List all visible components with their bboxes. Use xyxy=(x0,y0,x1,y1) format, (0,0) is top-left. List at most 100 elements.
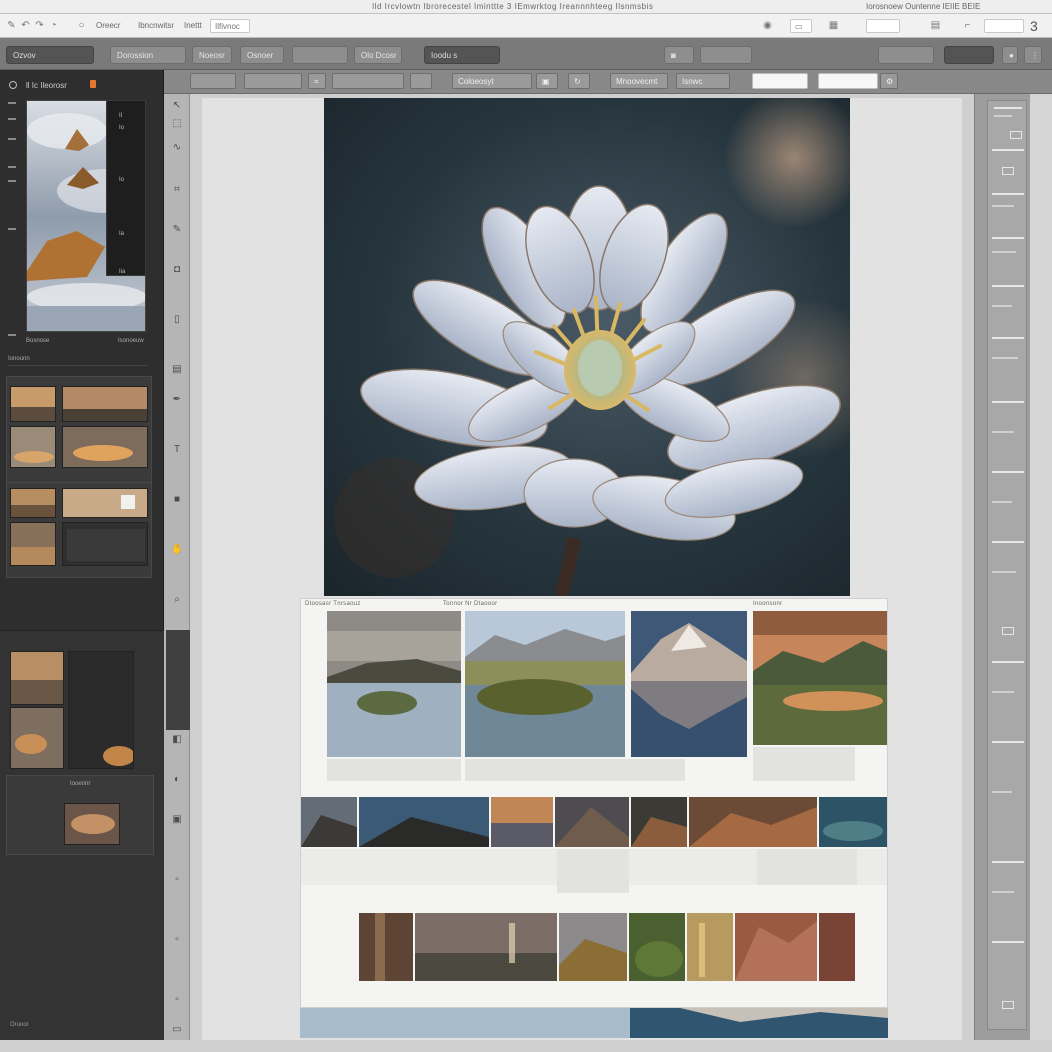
property-row[interactable] xyxy=(992,251,1016,253)
strip-icon[interactable] xyxy=(8,334,16,336)
select-tool-icon[interactable]: ⬚ xyxy=(171,118,183,130)
toolbar-button-6[interactable]: Olo Dcosr xyxy=(354,46,402,64)
property-toggle[interactable] xyxy=(1002,1001,1014,1009)
hero-image[interactable] xyxy=(324,98,850,596)
landscape-photo[interactable] xyxy=(465,611,625,757)
strip-icon[interactable] xyxy=(8,118,16,120)
hand-tool-icon[interactable]: ✋ xyxy=(171,544,183,556)
toolbar-button-7[interactable]: Ioodu s xyxy=(424,46,500,64)
property-row[interactable] xyxy=(992,661,1024,663)
thumbnail[interactable] xyxy=(10,386,56,422)
screen-mode-icon[interactable]: ▣ xyxy=(171,814,183,826)
strip-icon[interactable] xyxy=(8,166,16,168)
thumbnail[interactable] xyxy=(10,707,64,769)
tool-extra-icon[interactable]: ▫ xyxy=(171,874,183,886)
property-toggle[interactable] xyxy=(1010,131,1022,139)
property-row[interactable] xyxy=(992,431,1014,433)
tool-extra-icon[interactable]: ▫ xyxy=(171,934,183,946)
toolbar-button-9[interactable] xyxy=(878,46,934,64)
landscape-photo[interactable] xyxy=(327,611,461,757)
option-4[interactable] xyxy=(410,73,432,89)
option-9[interactable] xyxy=(818,73,878,89)
eraser-tool-icon[interactable]: ▯ xyxy=(171,314,183,326)
option-7[interactable]: Isnwc xyxy=(676,73,730,89)
landscape-photo[interactable] xyxy=(753,611,887,745)
strip-icon[interactable] xyxy=(8,228,16,230)
thumbnail[interactable] xyxy=(64,803,120,845)
tool-extra-icon[interactable]: ▫ xyxy=(171,994,183,1006)
property-row[interactable] xyxy=(992,891,1014,893)
filmstrip-row[interactable] xyxy=(359,913,855,981)
camera-icon[interactable]: ◙ xyxy=(664,46,694,64)
gradient-tool-icon[interactable]: ▤ xyxy=(171,364,183,376)
brush-tool-icon[interactable]: ✎ xyxy=(171,224,183,236)
brush-icon[interactable]: ✎ xyxy=(6,20,17,31)
thumbnail[interactable] xyxy=(62,426,148,468)
option-8[interactable] xyxy=(752,73,808,89)
menu-dots-icon[interactable]: ⋮ xyxy=(1024,46,1042,64)
shape-tool-icon[interactable]: ■ xyxy=(171,494,183,506)
zoom-tool-icon[interactable]: ⌕ xyxy=(171,594,183,606)
toolbar-button-3[interactable]: Noeosr xyxy=(192,46,232,64)
option-3[interactable] xyxy=(332,73,404,89)
property-row[interactable] xyxy=(992,305,1012,307)
property-row[interactable] xyxy=(992,691,1014,693)
grid-icon[interactable]: ▦ xyxy=(828,20,839,31)
workspace-pill[interactable] xyxy=(866,19,900,33)
menu-item-1[interactable]: Oreecr xyxy=(96,21,120,30)
toolbar-button-10[interactable] xyxy=(944,46,994,64)
property-row[interactable] xyxy=(992,471,1024,473)
strip-icon[interactable] xyxy=(8,102,16,104)
property-row[interactable] xyxy=(992,193,1024,195)
lasso-tool-icon[interactable]: ∿ xyxy=(171,142,183,154)
property-toggle[interactable] xyxy=(1002,167,1014,175)
property-row[interactable] xyxy=(992,285,1024,287)
property-row[interactable] xyxy=(992,337,1024,339)
layout-icon[interactable]: ▭ xyxy=(790,19,812,33)
property-row[interactable] xyxy=(992,741,1024,743)
rotate-icon[interactable]: ↻ xyxy=(568,73,590,89)
thumbnail[interactable] xyxy=(10,426,56,468)
property-row[interactable] xyxy=(992,861,1024,863)
thumbnail[interactable] xyxy=(10,651,64,705)
property-row[interactable] xyxy=(992,237,1024,239)
filmstrip-row[interactable] xyxy=(300,1008,888,1038)
thumbnail[interactable] xyxy=(62,386,148,422)
toolbar-button-4[interactable]: Osnoer xyxy=(240,46,284,64)
cursor-icon[interactable]: ⌐ xyxy=(962,20,973,31)
history-icon[interactable]: ◔ xyxy=(48,20,59,31)
menu-item-3[interactable]: Inettt xyxy=(184,21,202,30)
thumbnail[interactable] xyxy=(62,522,148,566)
property-row[interactable] xyxy=(992,149,1024,151)
option-2[interactable] xyxy=(244,73,302,89)
crop-tool-icon[interactable]: ⌗ xyxy=(171,184,183,196)
property-row[interactable] xyxy=(994,115,1012,117)
color-swatch-icon[interactable]: ◧ xyxy=(171,734,183,746)
undo-icon[interactable]: ↶ xyxy=(20,20,31,31)
text-tool-icon[interactable]: T xyxy=(171,444,183,456)
strip-icon[interactable] xyxy=(8,138,16,140)
thumbnail[interactable] xyxy=(10,488,56,518)
property-row[interactable] xyxy=(992,501,1012,503)
menu-item-4[interactable]: Ilfivnoc xyxy=(210,19,250,33)
property-row[interactable] xyxy=(994,107,1022,109)
toolbar-button-1[interactable]: Ozvov xyxy=(6,46,94,64)
navigator-icon[interactable] xyxy=(8,80,18,90)
filmstrip-row[interactable] xyxy=(301,797,887,847)
dot-icon[interactable]: ● xyxy=(1002,46,1018,64)
gear-icon[interactable]: ⚙ xyxy=(880,73,898,89)
property-row[interactable] xyxy=(992,941,1024,943)
landscape-photo[interactable] xyxy=(631,611,747,757)
toolbar-button-8[interactable] xyxy=(700,46,752,64)
strip-icon[interactable] xyxy=(8,180,16,182)
panel-scrollbar[interactable] xyxy=(1030,94,1052,1040)
window-icon[interactable]: ▤ xyxy=(930,20,941,31)
search-field[interactable] xyxy=(984,19,1024,33)
stamp-tool-icon[interactable]: ◘ xyxy=(171,264,183,276)
pen-tool-icon[interactable]: ✒ xyxy=(171,394,183,406)
property-row[interactable] xyxy=(992,357,1018,359)
option-1[interactable] xyxy=(190,73,236,89)
property-toggle[interactable] xyxy=(1002,627,1014,635)
thumbnail[interactable] xyxy=(68,651,134,769)
option-6[interactable]: Mnoovecmt xyxy=(610,73,668,89)
